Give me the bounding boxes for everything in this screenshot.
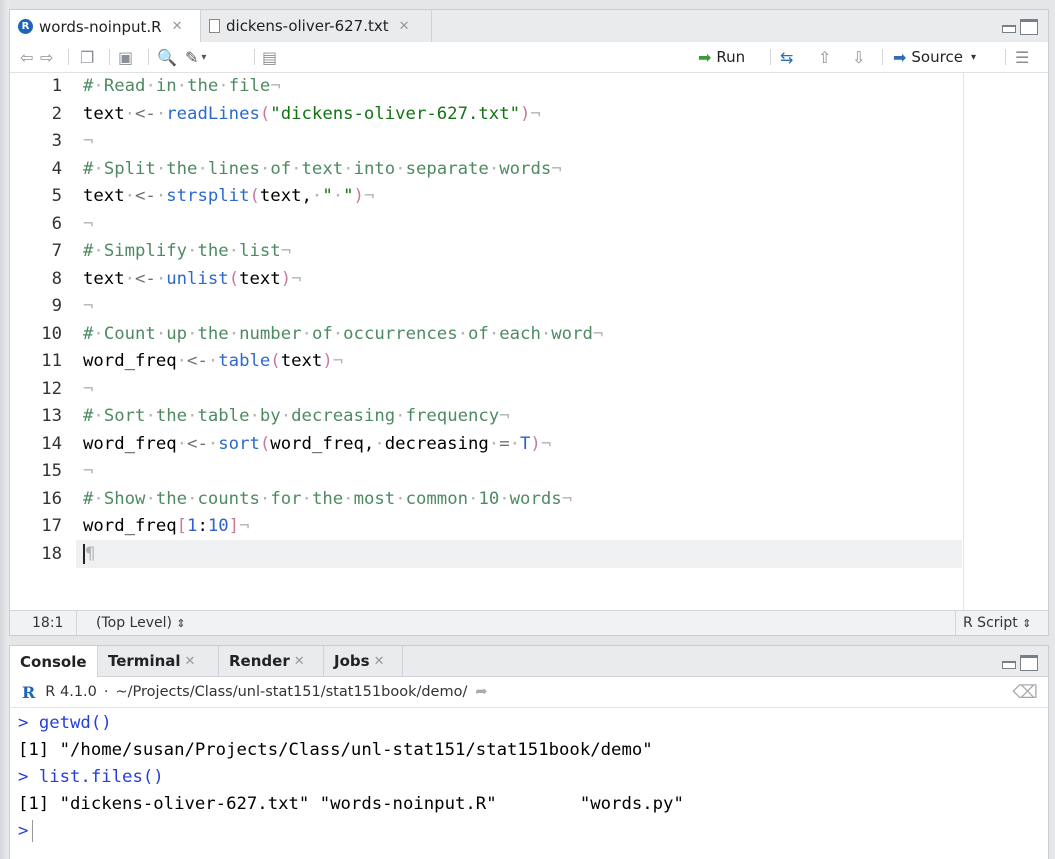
line-number: 10 (41, 323, 62, 344)
maximize-pane-icon[interactable] (1020, 19, 1038, 35)
close-icon[interactable]: ✕ (172, 19, 183, 34)
close-icon[interactable]: ✕ (185, 654, 196, 669)
code-line: ¶ (83, 543, 96, 564)
code-line: word_freq[1:10]¬ (83, 516, 250, 536)
tab-render[interactable]: Render ✕ (219, 646, 324, 676)
code-line: text·<-·strsplit(text,·"·")¬ (83, 186, 375, 206)
file-type-selector[interactable]: R Script ⇕ (963, 615, 1031, 631)
code-line: ¬ (83, 378, 94, 399)
code-line: #·Simplify·the·list¬ (83, 241, 292, 261)
run-arrow-icon: ➡ (698, 47, 712, 67)
go-to-directory-icon[interactable]: ➦ (475, 684, 487, 700)
tab-terminal[interactable]: Terminal ✕ (98, 646, 219, 676)
text-file-icon (209, 19, 220, 33)
minimize-pane-icon[interactable] (1001, 19, 1017, 35)
scope-selector[interactable]: (Top Level) ⇕ (96, 615, 186, 631)
code-line: #·Split·the·lines·of·text·into·separate·… (83, 158, 562, 179)
console-command-line: > getwd() (18, 713, 112, 733)
go-to-next-section-icon[interactable]: ⇩ (852, 47, 865, 67)
line-number: 17 (41, 516, 62, 536)
tab-console[interactable]: Console (10, 646, 98, 677)
line-number: 11 (41, 351, 62, 371)
source-arrow-icon: ➡ (893, 47, 907, 67)
code-tools-wand-icon[interactable]: ✎ ▾ (185, 47, 206, 67)
tab-dickens-oliver[interactable]: dickens-oliver-627.txt ✕ (201, 10, 432, 42)
forward-arrow-icon[interactable]: ⇨ (40, 47, 53, 67)
tab-label: dickens-oliver-627.txt (226, 17, 389, 35)
code-line: #·Show·the·counts·for·the·most·common·10… (83, 488, 573, 509)
code-line: #·Read·in·the·file¬ (83, 76, 281, 96)
r-logo-icon: R (22, 682, 36, 702)
line-number: 18 (41, 543, 62, 564)
close-icon[interactable]: ✕ (399, 19, 410, 34)
line-number: 4 (51, 158, 62, 179)
chevron-down-icon[interactable]: ▾ (971, 52, 976, 63)
code-editor[interactable]: #·Read·in·the·file¬ text·<-·readLines("d… (76, 73, 1048, 611)
code-line: #·Count·up·the·number·of·occurrences·of·… (83, 323, 604, 344)
tab-words-noinput[interactable]: R words-noinput.R ✕ (10, 10, 201, 43)
code-line: word_freq·<-·table(text)¬ (83, 351, 344, 371)
line-number: 14 (41, 433, 62, 454)
source-button[interactable]: ➡ Source ▾ (893, 47, 976, 67)
line-number: 2 (51, 103, 62, 124)
line-number: 13 (41, 406, 62, 426)
line-number: 1 (51, 76, 62, 96)
go-to-previous-section-icon[interactable]: ⇧ (818, 47, 831, 67)
console-command-line: > list.files() (18, 767, 164, 787)
save-icon[interactable]: ▣ (118, 47, 133, 67)
source-status-bar: 18:1 (Top Level) ⇕ R Script ⇕ (10, 610, 1048, 635)
source-tab-strip: R words-noinput.R ✕ dickens-oliver-627.t… (10, 10, 1048, 43)
console-output-line: [1] "/home/susan/Projects/Class/unl-stat… (18, 740, 653, 760)
r-file-icon: R (18, 19, 33, 34)
text-cursor (32, 820, 34, 842)
console-output-line: [1] "dickens-oliver-627.txt" "words-noin… (18, 794, 684, 814)
tab-label: words-noinput.R (39, 17, 162, 36)
code-line: ¬ (83, 296, 94, 316)
code-line: ¬ (83, 131, 94, 151)
code-line: #·Sort·the·table·by·decreasing·frequency… (83, 406, 510, 426)
compile-report-icon[interactable]: ▤ (262, 47, 277, 67)
minimize-pane-icon[interactable] (1001, 655, 1017, 671)
line-number: 5 (51, 186, 62, 206)
line-number: 12 (41, 378, 62, 399)
console-info-bar: R R 4.1.0 · ~/Projects/Class/unl-stat151… (10, 677, 1048, 708)
line-number: 9 (51, 296, 62, 316)
code-line: ¬ (83, 461, 94, 481)
console-output[interactable]: > getwd() [1] "/home/susan/Projects/Clas… (10, 708, 1048, 859)
code-line: text·<-·unlist(text)¬ (83, 268, 302, 289)
close-icon[interactable]: ✕ (294, 654, 305, 669)
back-arrow-icon[interactable]: ⇦ (20, 47, 33, 67)
source-pane: R words-noinput.R ✕ dickens-oliver-627.t… (9, 9, 1049, 636)
source-toolbar: ⇦ ⇨ ❐ ▣ 🔍 ✎ ▾ ▤ ➡ Run ⇆ ⇧ ⇩ ➡ Source ▾ ☰ (10, 42, 1048, 73)
code-line: text·<-·readLines("dickens-oliver-627.tx… (83, 103, 541, 124)
document-outline-icon[interactable]: ☰ (1015, 47, 1029, 67)
line-number: 8 (51, 268, 62, 289)
maximize-pane-icon[interactable] (1020, 655, 1038, 671)
r-version: R 4.1.0 (45, 684, 97, 700)
cursor-position: 18:1 (32, 615, 64, 631)
console-tab-strip: Console Terminal ✕ Render ✕ Jobs ✕ (10, 646, 1048, 677)
working-directory[interactable]: ~/Projects/Class/unl-stat151/stat151book… (116, 684, 468, 700)
console-pane: Console Terminal ✕ Render ✕ Jobs ✕ R R 4… (9, 645, 1049, 859)
code-line: word_freq·<-·sort(word_freq,·decreasing·… (83, 433, 552, 454)
window-edge (0, 0, 9, 859)
line-number: 16 (41, 488, 62, 509)
show-in-window-icon[interactable]: ❐ (80, 47, 94, 67)
close-icon[interactable]: ✕ (374, 654, 385, 669)
find-replace-icon[interactable]: 🔍 (157, 47, 177, 67)
console-input-line[interactable]: > (18, 818, 34, 845)
line-number-gutter: 1 2 3 4 5 6 7 8 9 10 11 12 13 14 15 16 17 18 (10, 73, 76, 611)
run-button[interactable]: ➡ Run (698, 47, 745, 67)
line-number: 15 (41, 461, 62, 481)
line-number: 3 (51, 131, 62, 151)
line-number: 6 (51, 213, 62, 234)
clear-console-broom-icon[interactable]: ⌫ (1013, 682, 1038, 703)
line-number: 7 (51, 241, 62, 261)
code-line: ¬ (83, 213, 94, 234)
rerun-icon[interactable]: ⇆ (780, 47, 793, 67)
tab-jobs[interactable]: Jobs ✕ (324, 646, 403, 676)
